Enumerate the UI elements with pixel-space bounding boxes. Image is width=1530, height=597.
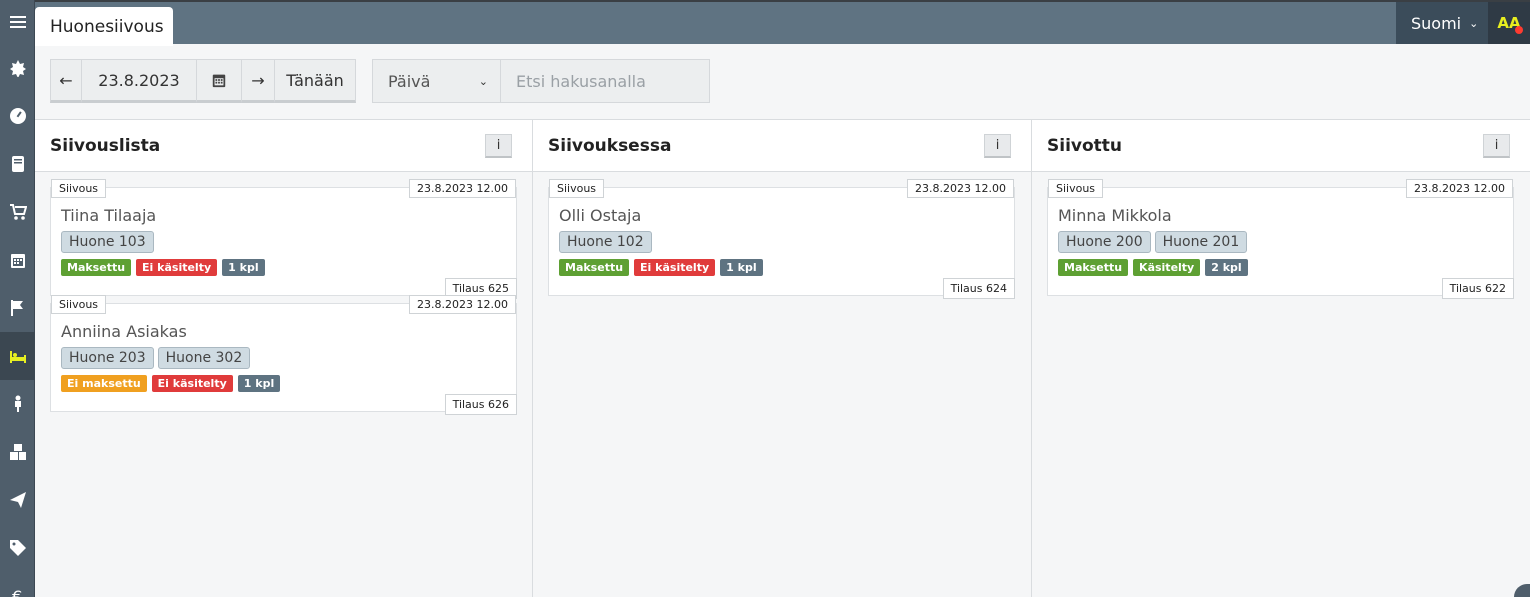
room-list: Huone 102: [559, 231, 652, 253]
order-number[interactable]: Tilaus 624: [942, 278, 1015, 299]
svg-text:€: €: [12, 587, 22, 597]
room-tag: Huone 203: [61, 347, 154, 369]
customer-name: Olli Ostaja: [559, 206, 642, 225]
payment-badge: Maksettu: [1058, 259, 1129, 276]
bed-icon[interactable]: [0, 332, 35, 380]
euro-icon[interactable]: €: [0, 572, 35, 597]
tag-icon[interactable]: [0, 524, 35, 572]
top-bar: Huonesiivous Suomi ⌄ AA: [35, 0, 1530, 46]
column-header: Siivottu i: [1032, 120, 1530, 172]
boxes-icon[interactable]: [0, 428, 35, 476]
payment-badge: Maksettu: [61, 259, 132, 276]
prev-day-button[interactable]: ←: [50, 59, 82, 103]
room-tag: Huone 103: [61, 231, 154, 253]
search-input[interactable]: [500, 59, 710, 103]
processing-badge: Ei käsitelty: [136, 259, 218, 276]
dashboard-icon[interactable]: [0, 92, 35, 140]
room-list: Huone 103: [61, 231, 154, 253]
puzzle-icon[interactable]: [0, 44, 35, 92]
tab-huonesiivous[interactable]: Huonesiivous: [35, 7, 173, 46]
card-type-label: Siivous: [549, 179, 605, 198]
cleaning-card[interactable]: Siivous 23.8.2023 12.00 Anniina Asiakas …: [50, 295, 517, 415]
room-list: Huone 200 Huone 201: [1058, 231, 1248, 253]
card-date: 23.8.2023 12.00: [907, 179, 1014, 198]
column-siivottu: Siivottu i Siivous 23.8.2023 12.00 Minna…: [1032, 120, 1530, 597]
quantity-badge: 1 kpl: [720, 259, 763, 276]
calendar-icon[interactable]: [0, 236, 35, 284]
room-list: Huone 203 Huone 302: [61, 347, 251, 369]
payment-badge: Maksettu: [559, 259, 630, 276]
next-day-button[interactable]: →: [241, 59, 275, 103]
processing-badge: Käsitelty: [1133, 259, 1201, 276]
calendar-icon: [212, 74, 226, 88]
room-tag: Huone 302: [157, 347, 251, 369]
chevron-down-icon: ⌄: [478, 74, 488, 88]
column-siivouslista: Siivouslista i Siivous 23.8.2023 12.00 T…: [35, 120, 533, 597]
column-siivouksessa: Siivouksessa i Siivous 23.8.2023 12.00 O…: [533, 120, 1032, 597]
status-badges: Maksettu Ei käsitelty 1 kpl: [61, 259, 265, 276]
card-date: 23.8.2023 12.00: [1406, 179, 1513, 198]
column-header: Siivouksessa i: [533, 120, 1031, 172]
info-button[interactable]: i: [1483, 133, 1510, 158]
chevron-down-icon: ⌄: [1469, 16, 1479, 30]
quantity-badge: 1 kpl: [237, 375, 281, 392]
card-date: 23.8.2023 12.00: [409, 179, 516, 198]
processing-badge: Ei käsitelty: [151, 375, 233, 392]
card-type-label: Siivous: [51, 295, 107, 314]
card-type-label: Siivous: [51, 179, 107, 198]
view-select[interactable]: Päivä ⌄: [372, 59, 501, 103]
column-header: Siivouslista i: [35, 120, 532, 172]
cleaning-card[interactable]: Siivous 23.8.2023 12.00 Minna Mikkola Hu…: [1047, 179, 1514, 299]
cleaning-card[interactable]: Siivous 23.8.2023 12.00 Olli Ostaja Huon…: [548, 179, 1015, 299]
customer-name: Tiina Tilaaja: [61, 206, 157, 225]
sidebar: €: [0, 0, 35, 597]
order-number[interactable]: Tilaus 626: [444, 394, 517, 415]
status-badges: Maksettu Käsitelty 2 kpl: [1058, 259, 1248, 276]
info-button[interactable]: i: [485, 133, 512, 158]
column-title: Siivottu: [1047, 135, 1123, 156]
customer-name: Anniina Asiakas: [61, 322, 187, 341]
language-select[interactable]: Suomi ⌄: [1396, 2, 1488, 44]
cleaning-card[interactable]: Siivous 23.8.2023 12.00 Tiina Tilaaja Hu…: [50, 179, 517, 299]
flag-icon[interactable]: [0, 284, 35, 332]
user-avatar[interactable]: AA: [1488, 2, 1530, 44]
column-title: Siivouslista: [50, 135, 161, 156]
column-title: Siivouksessa: [548, 135, 672, 156]
processing-badge: Ei käsitelty: [634, 259, 716, 276]
notification-dot-icon: [1515, 26, 1523, 34]
calendar-button[interactable]: [196, 59, 242, 103]
payment-badge: Ei maksettu: [61, 375, 147, 392]
card-type-label: Siivous: [1048, 179, 1104, 198]
date-toolbar: ← 23.8.2023 → Tänään Päivä ⌄: [50, 59, 710, 103]
room-tag: Huone 200: [1058, 231, 1151, 253]
quantity-badge: 2 kpl: [1205, 259, 1248, 276]
room-tag: Huone 201: [1154, 231, 1248, 253]
order-number[interactable]: Tilaus 622: [1441, 278, 1514, 299]
card-date: 23.8.2023 12.00: [409, 295, 516, 314]
view-select-label: Päivä: [388, 71, 431, 91]
cart-icon[interactable]: [0, 188, 35, 236]
person-icon[interactable]: [0, 380, 35, 428]
customer-name: Minna Mikkola: [1058, 206, 1172, 225]
info-button[interactable]: i: [984, 133, 1011, 158]
status-badges: Maksettu Ei käsitelty 1 kpl: [559, 259, 763, 276]
send-icon[interactable]: [0, 476, 35, 524]
menu-icon[interactable]: [0, 0, 35, 44]
kanban-board: Siivouslista i Siivous 23.8.2023 12.00 T…: [35, 119, 1530, 597]
room-tag: Huone 102: [559, 231, 652, 253]
language-label: Suomi: [1411, 13, 1462, 33]
book-icon[interactable]: [0, 140, 35, 188]
today-button[interactable]: Tänään: [274, 59, 356, 103]
quantity-badge: 1 kpl: [222, 259, 265, 276]
date-display[interactable]: 23.8.2023: [81, 59, 197, 103]
status-badges: Ei maksettu Ei käsitelty 1 kpl: [61, 375, 281, 392]
